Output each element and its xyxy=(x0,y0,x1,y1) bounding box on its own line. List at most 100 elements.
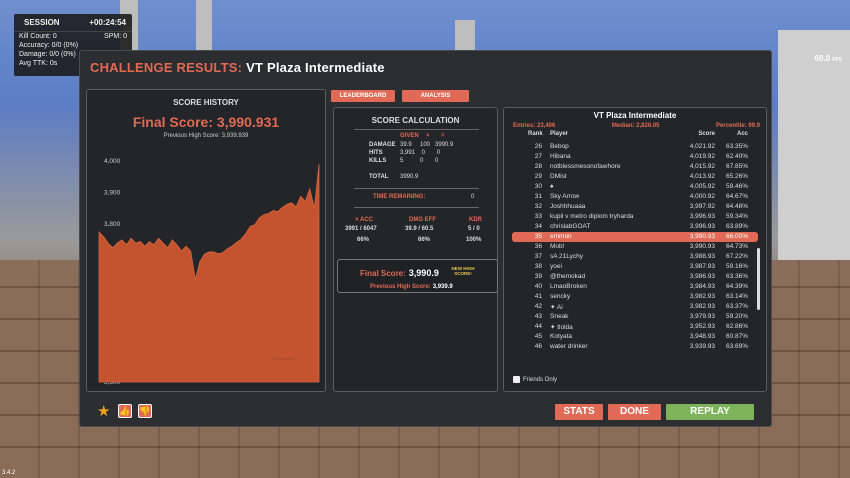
rank-cell: 42 xyxy=(534,303,542,310)
tab-leaderboard[interactable]: LEADERBOARD xyxy=(331,90,395,102)
table-row[interactable]: 33 kupil v metro diplom tryharda 3,996.93 5… xyxy=(504,212,766,222)
thumbs-up-icon[interactable]: 👍 xyxy=(118,404,132,418)
kdr-value: 5 / 0 xyxy=(468,226,480,232)
acc-label: × ACC xyxy=(355,217,373,223)
background-pillar xyxy=(778,30,850,260)
score-calculation-panel: SCORE CALCULATION GIVEN × = DAMAGE 39.9 … xyxy=(333,107,498,392)
table-row[interactable]: 34 chrislabGOAT 3,996.93 63.89% xyxy=(504,222,766,232)
acc-percent: 66% xyxy=(357,237,370,243)
star-icon[interactable]: ★ xyxy=(97,404,111,419)
table-row[interactable]: 32 Joshhhuaaa 3,997.92 64.48% xyxy=(504,202,766,212)
leaderboard-rows[interactable]: 26 Bebop 4,021.92 63.35% 27 Hibana 4,019.92 62.… xyxy=(504,142,766,372)
score-cell: 4,021.92 xyxy=(689,143,715,150)
damage-stat: Damage: 0/0 (0%) xyxy=(19,51,76,58)
fps-counter: 60.0 FPS xyxy=(814,54,842,63)
acc-cell: 63.69% xyxy=(725,343,748,350)
col-given: GIVEN xyxy=(400,133,419,139)
acc-value: 3991 / 6047 xyxy=(345,226,377,232)
rank-cell: 32 xyxy=(534,203,542,210)
damage-values: 39.9 100 3990.9 xyxy=(400,142,454,148)
final-score-label: Final Score: xyxy=(360,269,406,278)
leaderboard-scrollbar[interactable] xyxy=(757,248,760,310)
avg-ttk-stat: Avg TTK: 0s xyxy=(19,60,58,67)
time-remaining-label: TIME REMAINING: xyxy=(373,194,426,200)
y-tick-label: 4,000 xyxy=(104,158,121,165)
rank-cell: 34 xyxy=(534,223,542,230)
kdr-percent: 100% xyxy=(466,237,482,243)
table-row[interactable]: 36 Mob! 3,990.93 64.73% xyxy=(504,242,766,252)
score-cell: 3,982.93 xyxy=(689,303,715,310)
thumbs-down-icon[interactable]: 👎 xyxy=(138,404,152,418)
rank-cell: 36 xyxy=(534,243,542,250)
table-row[interactable]: 44 ✦ tlolda 3,952.93 62.86% xyxy=(504,322,766,332)
table-row[interactable]: 27 Hibana 4,019.92 62.40% xyxy=(504,152,766,162)
acc-cell: 59.20% xyxy=(725,313,748,320)
player-cell: LmaoBroken xyxy=(550,283,587,290)
col-score: Score xyxy=(698,131,715,137)
rank-cell: 26 xyxy=(534,143,542,150)
final-score-row: Final Score: 3,990.9 xyxy=(360,268,439,278)
total-label: TOTAL xyxy=(369,174,389,180)
background-pillar xyxy=(196,0,212,50)
previous-high-label: Previous High Score: xyxy=(370,284,431,290)
acc-cell: 60.87% xyxy=(725,333,748,340)
player-cell: sA 21Lychy xyxy=(550,253,584,260)
acc-cell: 59.34% xyxy=(725,213,748,220)
replay-button[interactable]: REPLAY xyxy=(666,404,754,420)
table-row[interactable]: 42 ✦ Ai 3,982.93 63.37% xyxy=(504,302,766,312)
table-row[interactable]: 40 LmaoBroken 3,984.93 64.39% xyxy=(504,282,766,292)
table-row[interactable]: 30 ♠ 4,005.92 59.46% xyxy=(504,182,766,192)
rank-cell: 39 xyxy=(534,273,542,280)
page-title: CHALLENGE RESULTS: VT Plaza Intermediate xyxy=(90,60,385,75)
version-label: 3.4.2 xyxy=(2,470,16,476)
score-area xyxy=(98,164,320,383)
table-row[interactable]: 31 Sky Arrow 4,000.92 64.67% xyxy=(504,192,766,202)
table-row-current-player[interactable]: 35 emmon 3,990.93 66.00% xyxy=(512,232,758,242)
spm: SPM: 0 xyxy=(104,33,127,40)
player-cell: water drinker xyxy=(550,343,588,350)
table-row[interactable]: 41 sencky 3,982.93 63.14% xyxy=(504,292,766,302)
dmg-eff-value: 39.9 / 60.5 xyxy=(405,226,434,232)
challenge-results-panel: CHALLENGE RESULTS: VT Plaza Intermediate … xyxy=(79,50,772,427)
score-cell: 3,990.93 xyxy=(689,243,715,250)
tab-analysis[interactable]: ANALYSIS xyxy=(402,90,469,102)
player-cell: kupil v metro diplom tryharda xyxy=(550,213,634,220)
score-cell: 3,996.93 xyxy=(689,223,715,230)
player-cell: ✦ tlolda xyxy=(550,324,573,331)
leaderboard-title: VT Plaza Intermediate xyxy=(593,111,677,120)
player-cell: Kotyata xyxy=(550,333,573,340)
final-score-box: Final Score: 3,990.9 NEW HIGH SCORE! Prev… xyxy=(337,259,498,293)
score-cell: 4,005.92 xyxy=(689,183,715,190)
stats-button[interactable]: STATS xyxy=(555,404,603,420)
table-row[interactable]: 45 Kotyata 3,948.93 60.87% xyxy=(504,332,766,342)
acc-cell: 67.22% xyxy=(725,253,748,260)
hits-values: 3,991 0 0 xyxy=(400,150,441,156)
friends-only-label: Friends Only xyxy=(523,376,558,383)
acc-cell: 62.86% xyxy=(725,323,748,330)
session-label: SESSION xyxy=(24,18,60,27)
table-row[interactable]: 43 Sneak 3,979.93 59.20% xyxy=(504,312,766,322)
y-tick-label: 3,900 xyxy=(104,190,121,197)
table-row[interactable]: 46 water drinker 3,939.93 63.69% xyxy=(504,342,766,352)
table-row[interactable]: 39 @themokad 3,986.93 63.36% xyxy=(504,272,766,282)
score-cell: 3,939.93 xyxy=(689,343,715,350)
leaderboard-stats: Entries: 23,406 Median: 2,826.05 Percent… xyxy=(513,123,760,129)
final-score-value: 3,990.9 xyxy=(408,268,439,278)
table-row[interactable]: 38 yoei 3,987.93 59.16% xyxy=(504,262,766,272)
accuracy-stat: Accuracy: 0/0 (0%) xyxy=(19,42,79,49)
friends-only-checkbox[interactable] xyxy=(513,376,520,383)
score-cell: 3,987.93 xyxy=(689,263,715,270)
table-row[interactable]: 28 notblessmesonofawhore 4,015.92 67.85% xyxy=(504,162,766,172)
done-button[interactable]: DONE xyxy=(608,404,661,420)
score-cell: 3,997.92 xyxy=(689,203,715,210)
table-row[interactable]: 26 Bebop 4,021.92 63.35% xyxy=(504,142,766,152)
acc-cell: 64.39% xyxy=(725,283,748,290)
player-cell: Mob! xyxy=(550,243,565,250)
table-row[interactable]: 29 DMist 4,013.92 65.26% xyxy=(504,172,766,182)
hud-row: Kill Count: 0 SPM: 0 xyxy=(14,32,132,41)
acc-cell: 63.14% xyxy=(725,293,748,300)
rank-cell: 38 xyxy=(534,263,542,270)
table-row[interactable]: 37 sA 21Lychy 3,988.93 67.22% xyxy=(504,252,766,262)
player-cell: ♠ xyxy=(550,183,554,190)
friends-only-toggle[interactable]: Friends Only xyxy=(513,376,557,383)
